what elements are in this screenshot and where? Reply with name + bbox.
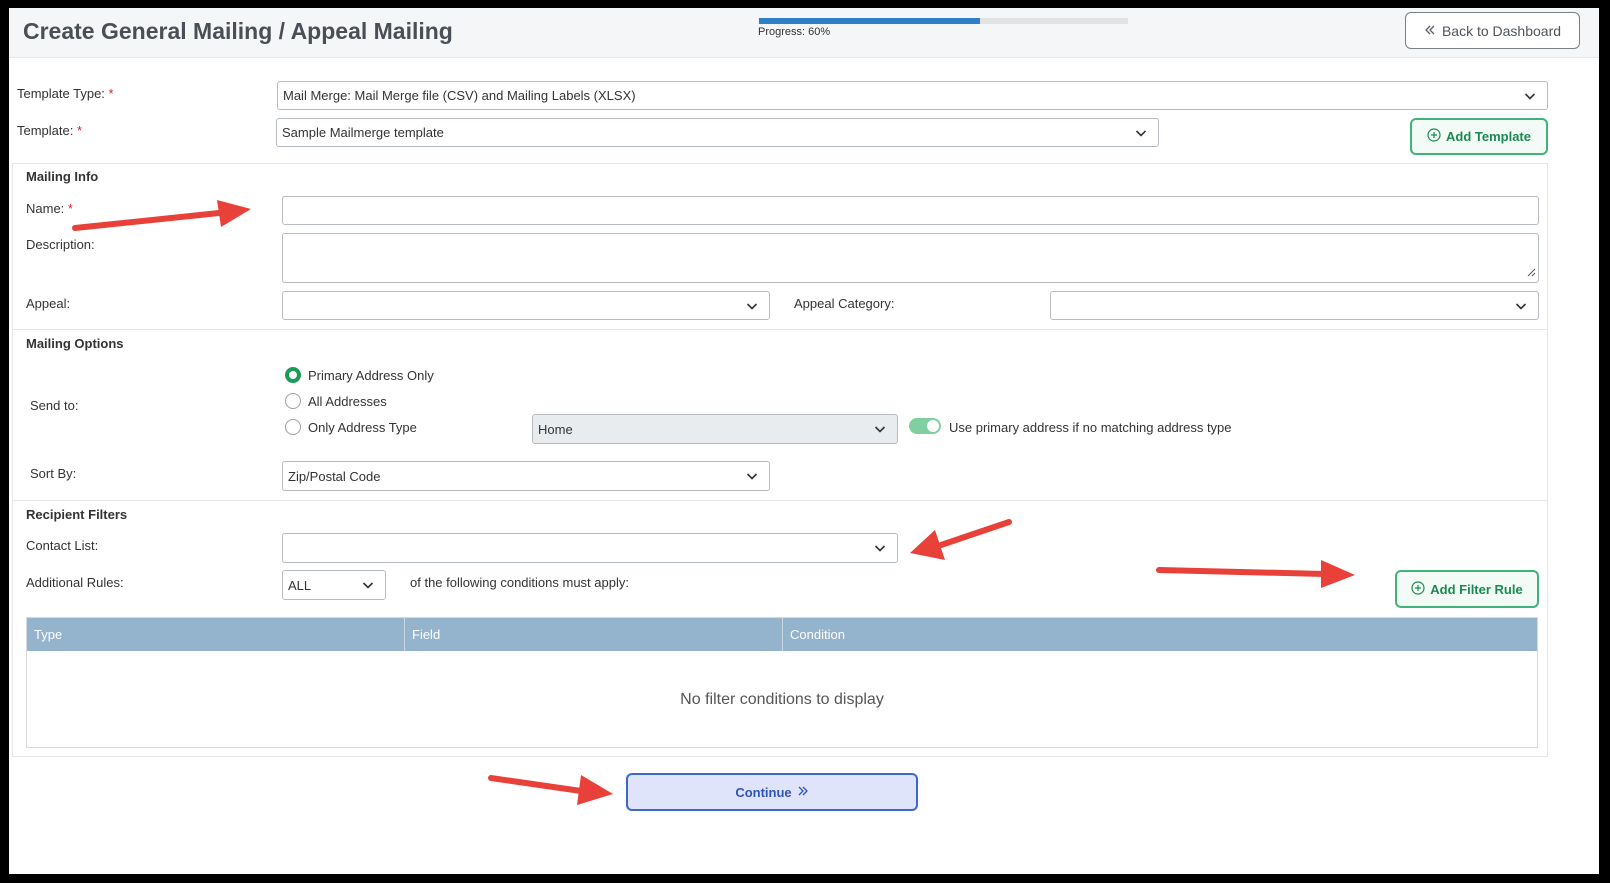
- mailing-options-title: Mailing Options: [26, 336, 124, 351]
- appeal-select[interactable]: [282, 291, 770, 320]
- send-to-label: Send to:: [30, 398, 79, 413]
- section-border-left: [12, 163, 13, 756]
- radio-only-address-type-label: Only Address Type: [308, 420, 417, 435]
- annotation-arrow: [488, 775, 613, 805]
- progress-bar-fill: [759, 18, 981, 24]
- description-textarea[interactable]: [282, 233, 1539, 283]
- additional-rules-label: Additional Rules:: [26, 575, 124, 590]
- name-input[interactable]: [282, 196, 1539, 225]
- appeal-category-label: Appeal Category:: [794, 296, 895, 311]
- description-label: Description:: [26, 237, 95, 252]
- back-to-dashboard-button[interactable]: Back to Dashboard: [1405, 12, 1580, 49]
- rules-match-select[interactable]: ALL: [282, 570, 386, 600]
- resize-grip-icon[interactable]: [1526, 265, 1536, 280]
- filter-conditions-table: Type Field Condition No filter condition…: [26, 617, 1538, 748]
- divider: [12, 329, 1548, 330]
- chevron-down-icon: [874, 542, 886, 554]
- appeal-label: Appeal:: [26, 296, 71, 311]
- double-chevron-right-icon: [797, 785, 809, 800]
- template-type-select[interactable]: Mail Merge: Mail Merge file (CSV) and Ma…: [277, 81, 1548, 110]
- template-select[interactable]: Sample Mailmerge template: [276, 118, 1159, 147]
- radio-all-addresses[interactable]: [285, 393, 301, 409]
- page-header: Create General Mailing / Appeal Mailing …: [9, 8, 1599, 58]
- app-window: Create General Mailing / Appeal Mailing …: [9, 8, 1599, 874]
- divider: [12, 163, 1548, 164]
- use-primary-toggle[interactable]: [909, 418, 941, 434]
- add-template-button[interactable]: Add Template: [1410, 118, 1548, 155]
- toggle-knob: [927, 420, 939, 432]
- add-filter-rule-label: Add Filter Rule: [1430, 581, 1523, 597]
- continue-label: Continue: [735, 784, 792, 800]
- progress-bar: [759, 18, 1128, 24]
- sort-by-label: Sort By:: [30, 466, 77, 481]
- name-label: Name: *: [26, 201, 73, 216]
- rules-match-value: ALL: [288, 577, 312, 593]
- template-type-label: Template Type: *: [17, 86, 114, 101]
- radio-all-addresses-label: All Addresses: [308, 394, 387, 409]
- chevron-down-icon: [746, 300, 758, 312]
- annotation-arrow: [72, 200, 251, 231]
- radio-primary-address[interactable]: [285, 367, 301, 383]
- page-title: Create General Mailing / Appeal Mailing: [23, 18, 453, 44]
- rules-suffix-text: of the following conditions must apply:: [410, 575, 629, 590]
- section-border-right: [1547, 163, 1548, 756]
- continue-button[interactable]: Continue: [626, 773, 918, 811]
- add-filter-rule-button[interactable]: Add Filter Rule: [1395, 570, 1539, 608]
- sort-by-select[interactable]: Zip/Postal Code: [282, 461, 770, 491]
- double-chevron-left-icon: [1424, 23, 1436, 39]
- template-value: Sample Mailmerge template: [282, 125, 444, 140]
- plus-circle-icon: [1411, 580, 1425, 598]
- sort-by-value: Zip/Postal Code: [288, 468, 381, 484]
- chevron-down-icon: [746, 470, 758, 482]
- progress-label: Progress: 60%: [758, 26, 831, 38]
- table-header: Type Field Condition: [27, 618, 1537, 651]
- contact-list-select[interactable]: [282, 533, 898, 563]
- appeal-category-select[interactable]: [1050, 291, 1539, 320]
- divider: [12, 756, 1548, 757]
- mailing-info-title: Mailing Info: [26, 169, 99, 184]
- column-header-type[interactable]: Type: [27, 618, 405, 651]
- radio-only-address-type[interactable]: [285, 419, 301, 435]
- contact-list-label: Contact List:: [26, 538, 99, 553]
- chevron-down-icon: [1135, 127, 1147, 139]
- template-label: Template: *: [17, 123, 83, 138]
- chevron-down-icon: [1524, 90, 1536, 102]
- column-header-condition[interactable]: Condition: [783, 618, 1537, 651]
- add-template-label: Add Template: [1446, 129, 1531, 144]
- annotation-arrow: [1156, 560, 1355, 588]
- address-type-value: Home: [538, 421, 573, 437]
- chevron-down-icon: [362, 579, 374, 591]
- radio-primary-address-label: Primary Address Only: [308, 368, 434, 383]
- divider: [12, 500, 1548, 501]
- table-empty-message: No filter conditions to display: [680, 691, 884, 708]
- use-primary-toggle-label: Use primary address if no matching addre…: [949, 420, 1232, 435]
- recipient-filters-title: Recipient Filters: [26, 507, 128, 522]
- annotation-arrow: [910, 519, 1012, 560]
- column-header-field[interactable]: Field: [405, 618, 783, 651]
- chevron-down-icon: [874, 423, 886, 435]
- chevron-down-icon: [1515, 300, 1527, 312]
- template-type-value: Mail Merge: Mail Merge file (CSV) and Ma…: [283, 88, 636, 103]
- back-to-dashboard-label: Back to Dashboard: [1441, 22, 1562, 39]
- address-type-select[interactable]: Home: [532, 414, 898, 444]
- plus-circle-icon: [1427, 128, 1441, 145]
